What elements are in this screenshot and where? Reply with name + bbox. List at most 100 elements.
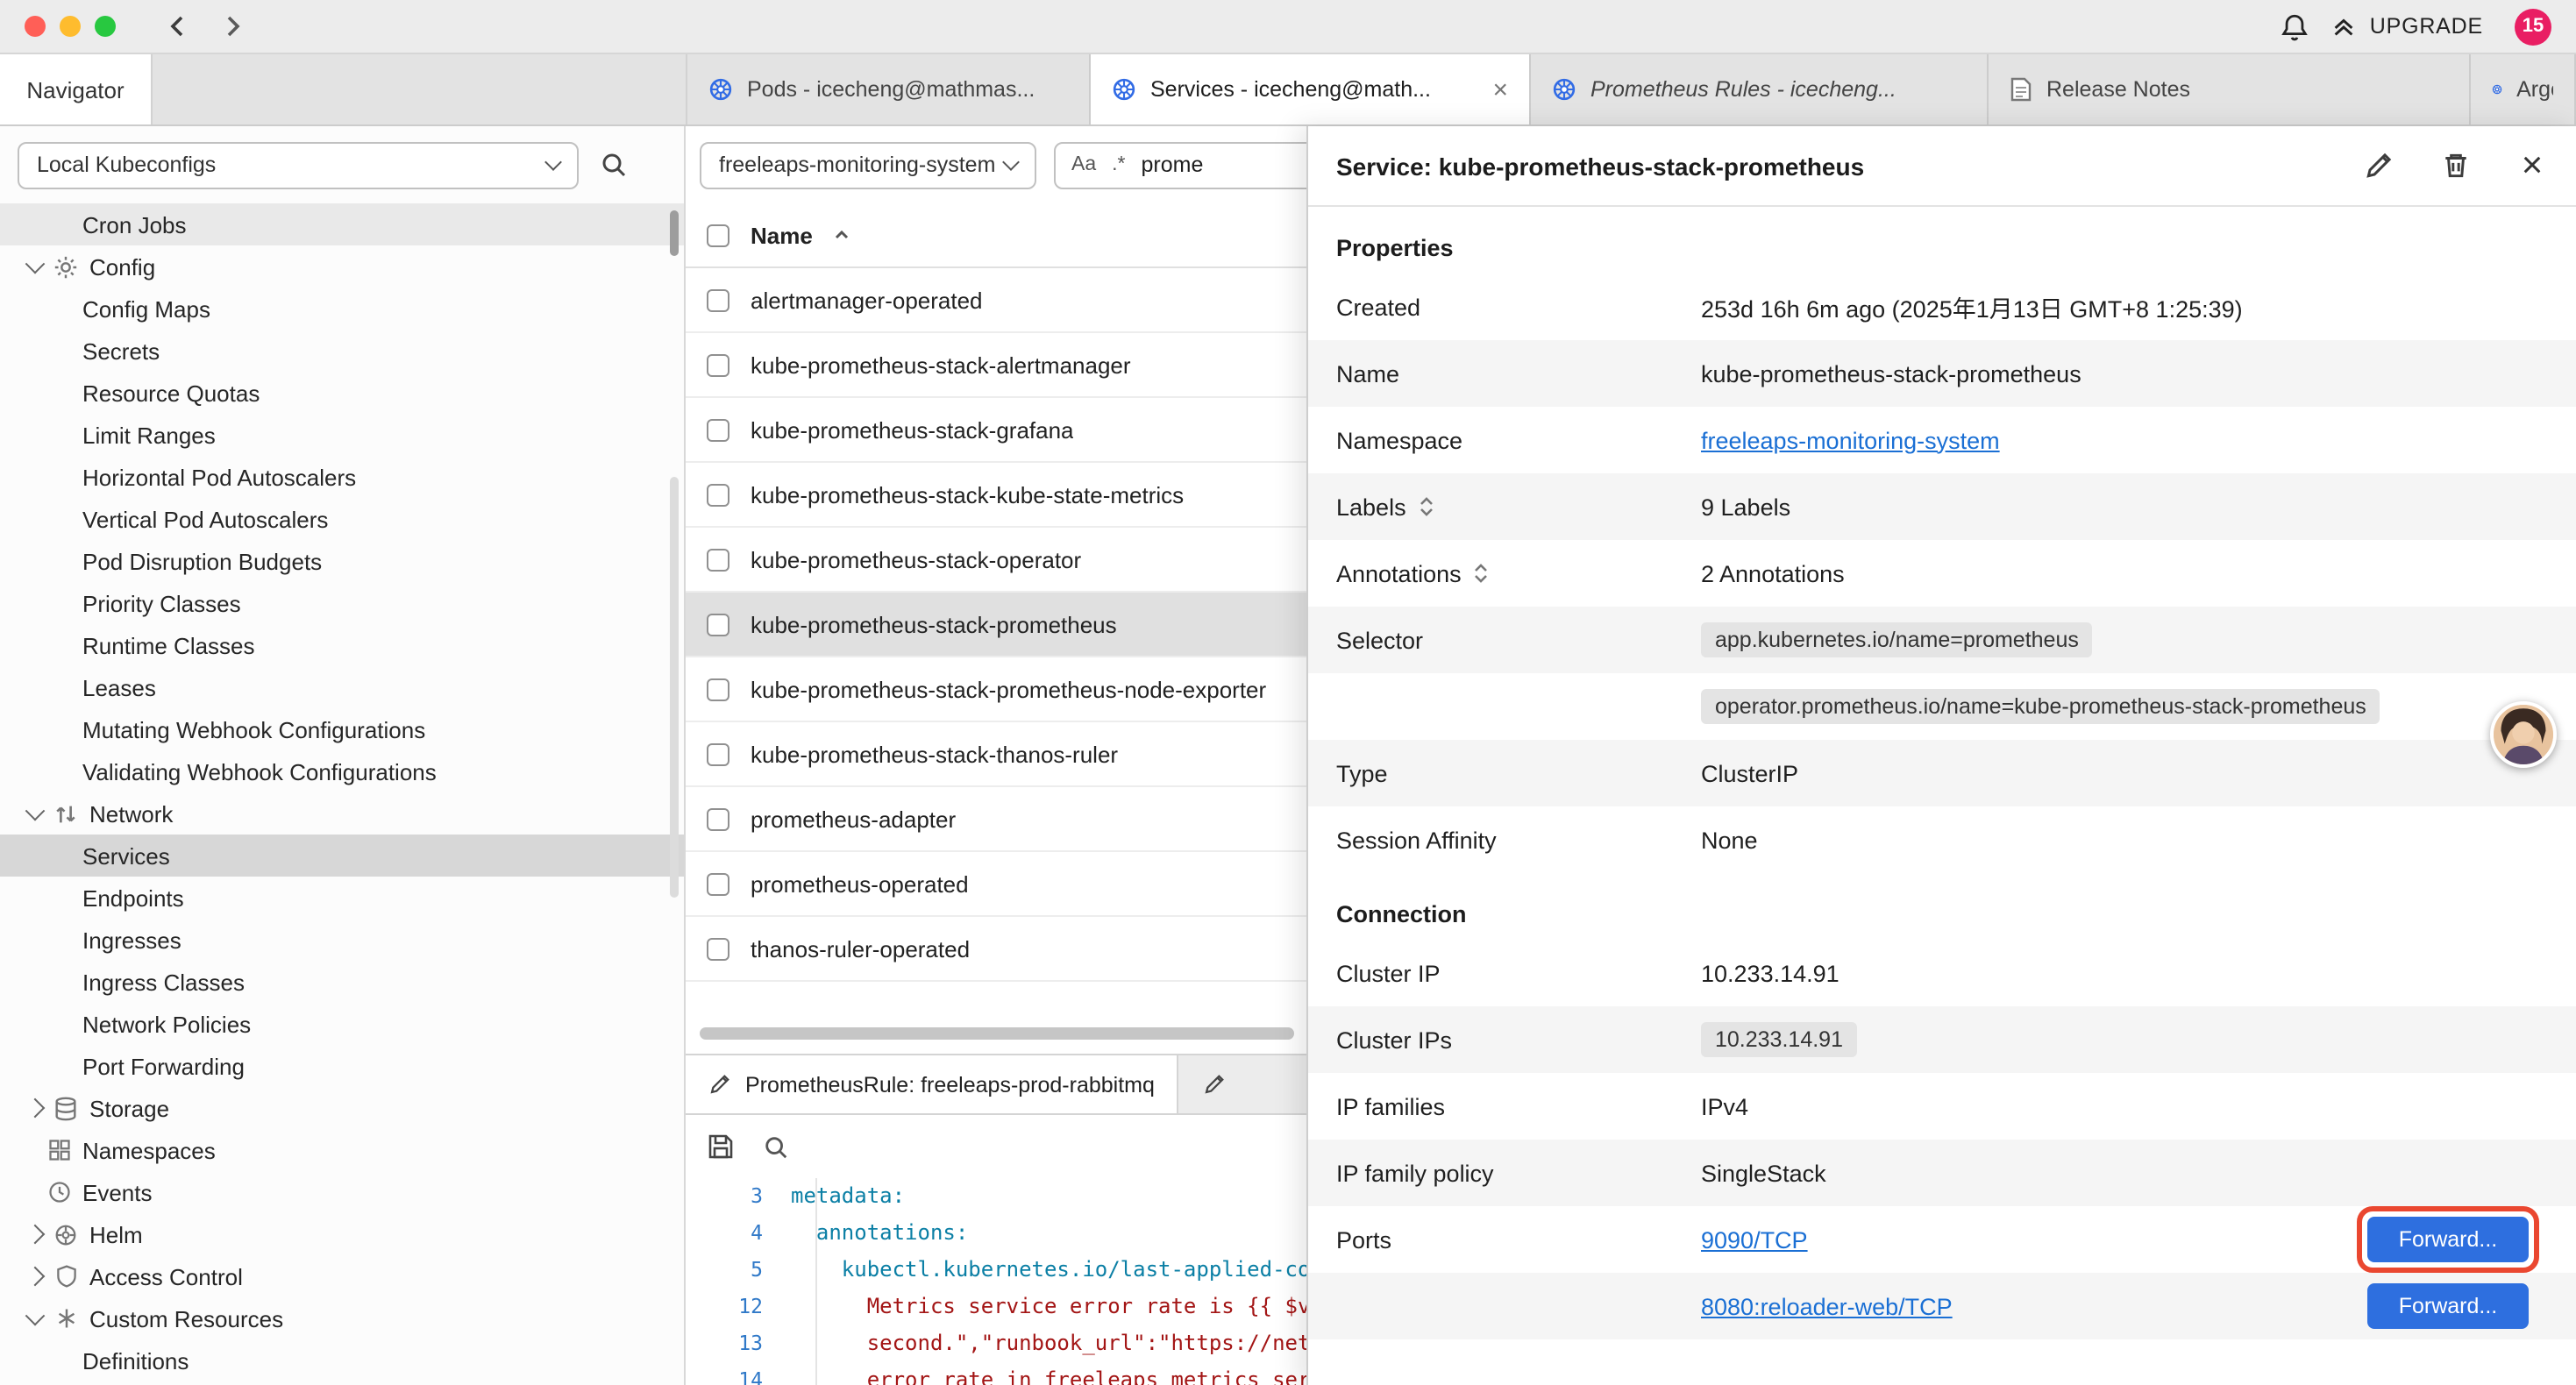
editor-tab-prometheusrule[interactable]: PrometheusRule: freeleaps-prod-rabbitmq [686, 1055, 1179, 1113]
select-all-checkbox[interactable] [707, 224, 729, 246]
sidebar-group-network[interactable]: Network [0, 792, 684, 835]
sidebar-item-namespaces[interactable]: Namespaces [0, 1129, 684, 1171]
minimize-window-button[interactable] [60, 16, 81, 37]
sidebar-item-network-policies[interactable]: Network Policies [0, 1003, 684, 1045]
sidebar-item-cron-jobs[interactable]: Cron Jobs [0, 203, 684, 245]
delete-button[interactable] [2437, 148, 2473, 183]
row-checkbox[interactable] [707, 483, 729, 506]
table-row[interactable]: alertmanager-operated [686, 268, 1308, 333]
table-row-selected[interactable]: kube-prometheus-stack-prometheus [686, 593, 1308, 657]
sidebar-item-resource-quotas[interactable]: Resource Quotas [0, 372, 684, 414]
table-row[interactable]: kube-prometheus-stack-grafana [686, 398, 1308, 463]
property-row-created: Created 253d 16h 6m ago (2025年1月13日 GMT+… [1308, 273, 2576, 340]
notifications-button[interactable] [2275, 7, 2314, 46]
sidebar-item-port-forwarding[interactable]: Port Forwarding [0, 1045, 684, 1087]
expand-collapse-icon[interactable] [1474, 563, 1490, 584]
sidebar-item-endpoints[interactable]: Endpoints [0, 877, 684, 919]
user-avatar[interactable] [2490, 701, 2557, 768]
port-link[interactable]: 9090/TCP [1701, 1226, 1808, 1253]
tab-pods[interactable]: Pods - icecheng@mathmas... [687, 54, 1091, 124]
row-checkbox[interactable] [707, 678, 729, 700]
sidebar-scrollbar-track[interactable] [670, 477, 679, 898]
notification-count-badge[interactable]: 15 [2515, 8, 2551, 45]
sidebar-group-helm[interactable]: Helm [0, 1213, 684, 1255]
navigator-tab[interactable]: Navigator [0, 54, 153, 124]
forward-port-button[interactable]: Forward... [2367, 1283, 2529, 1329]
row-checkbox[interactable] [707, 353, 729, 376]
sidebar-item-pod-disruption-budgets[interactable]: Pod Disruption Budgets [0, 540, 684, 582]
table-row[interactable]: kube-prometheus-stack-thanos-ruler [686, 722, 1308, 787]
close-window-button[interactable] [25, 16, 46, 37]
name-column-header[interactable]: Name [751, 222, 813, 248]
sidebar-scrollbar-thumb[interactable] [670, 210, 679, 256]
sidebar-item-ingresses[interactable]: Ingresses [0, 919, 684, 961]
row-checkbox[interactable] [707, 807, 729, 830]
row-checkbox[interactable] [707, 742, 729, 765]
namespace-selector[interactable]: freeleaps-monitoring-system [700, 141, 1036, 188]
forward-button[interactable] [214, 7, 253, 46]
close-drawer-button[interactable]: × [2515, 148, 2550, 183]
save-icon[interactable] [707, 1133, 735, 1161]
sidebar-item-horizontal-pod-autoscalers[interactable]: Horizontal Pod Autoscalers [0, 456, 684, 498]
sidebar-item-events[interactable]: Events [0, 1171, 684, 1213]
property-value[interactable]: 9 Labels [1701, 494, 2550, 520]
table-row[interactable]: thanos-ruler-operated [686, 917, 1308, 982]
match-case-toggle[interactable]: Aa [1071, 154, 1096, 175]
sidebar-item-runtime-classes[interactable]: Runtime Classes [0, 624, 684, 666]
table-row[interactable]: kube-prometheus-stack-alertmanager [686, 333, 1308, 398]
upgrade-button[interactable]: UPGRADE [2331, 13, 2483, 39]
yaml-editor[interactable]: 3metadata: 4 annotations: 5 kubectl.kube… [686, 1178, 1308, 1385]
editor-tab-partial[interactable] [1179, 1055, 1308, 1113]
sidebar-group-custom-resources[interactable]: Custom Resources [0, 1297, 684, 1339]
row-checkbox[interactable] [707, 872, 729, 895]
sidebar-item-label: Storage [89, 1095, 169, 1121]
expand-collapse-icon[interactable] [1419, 496, 1434, 517]
sidebar-item-mutating-webhook-configurations[interactable]: Mutating Webhook Configurations [0, 708, 684, 750]
back-button[interactable] [158, 7, 196, 46]
table-row[interactable]: kube-prometheus-stack-operator [686, 528, 1308, 593]
row-checkbox[interactable] [707, 548, 729, 571]
sidebar-item-limit-ranges[interactable]: Limit Ranges [0, 414, 684, 456]
sidebar-item-label: Port Forwarding [82, 1053, 245, 1079]
horizontal-scrollbar[interactable] [700, 1027, 1294, 1040]
sort-ascending-icon[interactable] [834, 226, 851, 244]
search-icon[interactable] [600, 151, 628, 179]
sidebar-item-secrets[interactable]: Secrets [0, 330, 684, 372]
sidebar-item-vertical-pod-autoscalers[interactable]: Vertical Pod Autoscalers [0, 498, 684, 540]
sidebar-item-priority-classes[interactable]: Priority Classes [0, 582, 684, 624]
sidebar-item-leases[interactable]: Leases [0, 666, 684, 708]
table-row[interactable]: prometheus-operated [686, 852, 1308, 917]
sidebar-group-storage[interactable]: Storage [0, 1087, 684, 1129]
table-row[interactable]: kube-prometheus-stack-prometheus-node-ex… [686, 657, 1308, 722]
tab-prometheus-rules[interactable]: Prometheus Rules - icecheng... [1531, 54, 1989, 124]
namespace-link[interactable]: freeleaps-monitoring-system [1701, 427, 2000, 453]
regex-toggle[interactable]: .* [1112, 154, 1125, 175]
port-link[interactable]: 8080:reloader-web/TCP [1701, 1293, 1953, 1319]
row-checkbox[interactable] [707, 288, 729, 311]
filter-search-input[interactable]: Aa .* prome [1054, 141, 1308, 188]
sidebar-group-config[interactable]: Config [0, 245, 684, 288]
search-icon[interactable] [763, 1133, 789, 1160]
row-checkbox[interactable] [707, 418, 729, 441]
tab-argo[interactable]: Argo S... [2471, 54, 2576, 124]
row-checkbox[interactable] [707, 937, 729, 960]
sidebar-item-validating-webhook-configurations[interactable]: Validating Webhook Configurations [0, 750, 684, 792]
sidebar-item-services[interactable]: Services [0, 835, 684, 877]
zoom-window-button[interactable] [95, 16, 116, 37]
table-row[interactable]: prometheus-adapter [686, 787, 1308, 852]
sidebar-group-access-control[interactable]: Access Control [0, 1255, 684, 1297]
tab-services[interactable]: Services - icecheng@math... × [1091, 54, 1531, 124]
sidebar-item-config-maps[interactable]: Config Maps [0, 288, 684, 330]
close-tab-icon[interactable]: × [1478, 75, 1508, 104]
kubeconfig-selector[interactable]: Local Kubeconfigs [18, 141, 579, 188]
edit-button[interactable] [2360, 148, 2395, 183]
row-checkbox[interactable] [707, 613, 729, 636]
property-label: Type [1336, 760, 1701, 786]
tab-release-notes[interactable]: Release Notes [1989, 54, 2471, 124]
sidebar-item-definitions[interactable]: Definitions [0, 1339, 684, 1381]
sidebar-item-ingress-classes[interactable]: Ingress Classes [0, 961, 684, 1003]
property-value[interactable]: 2 Annotations [1701, 560, 2550, 586]
forward-port-button[interactable]: Forward... [2367, 1217, 2529, 1262]
tab-strip: Navigator Pods - icecheng@mathmas... Ser… [0, 54, 2576, 126]
table-row[interactable]: kube-prometheus-stack-kube-state-metrics [686, 463, 1308, 528]
